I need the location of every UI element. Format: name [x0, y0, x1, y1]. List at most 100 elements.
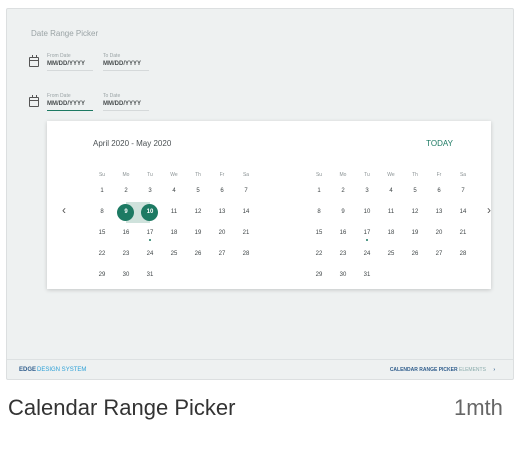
day-cell[interactable]: 12 — [403, 202, 427, 223]
day-cell[interactable]: 3 — [355, 181, 379, 202]
calendar-icon[interactable] — [29, 55, 39, 67]
day-cell[interactable]: 18 — [379, 223, 403, 244]
day-cell[interactable]: 22 — [90, 244, 114, 265]
day-cell[interactable]: 2 — [331, 181, 355, 202]
day-cell[interactable]: 11 — [379, 202, 403, 223]
empty-cell — [210, 265, 234, 286]
day-cell[interactable]: 19 — [186, 223, 210, 244]
day-cell[interactable]: 3 — [138, 181, 162, 202]
today-button[interactable]: TODAY — [426, 139, 453, 148]
day-cell[interactable]: 11 — [162, 202, 186, 223]
day-cell[interactable]: 30 — [331, 265, 355, 286]
day-cell[interactable]: 1 — [90, 181, 114, 202]
from-date-field-active[interactable]: From Date MM/DD/YYYY — [47, 93, 93, 111]
from-date-field[interactable]: From Date MM/DD/YYYY — [47, 53, 93, 71]
day-cell[interactable]: 21 — [451, 223, 475, 244]
day-cell[interactable]: 28 — [451, 244, 475, 265]
brand-primary: EDGE — [19, 366, 37, 373]
day-cell[interactable]: 22 — [307, 244, 331, 265]
day-cell[interactable]: 31 — [138, 265, 162, 286]
weekday-header: Mo — [122, 172, 130, 178]
day-cell[interactable]: 15 — [307, 223, 331, 244]
event-dot — [149, 239, 151, 241]
chevron-right-icon: › — [493, 366, 495, 373]
weekday-header: Sa — [459, 172, 467, 178]
month-range-title: April 2020 - May 2020 — [93, 139, 172, 148]
day-cell[interactable]: 26 — [403, 244, 427, 265]
day-cell[interactable]: 25 — [162, 244, 186, 265]
day-cell[interactable]: 14 — [451, 202, 475, 223]
weekday-header: Tu — [147, 172, 153, 178]
day-cell[interactable]: 19 — [403, 223, 427, 244]
day-cell[interactable]: 23 — [114, 244, 138, 265]
weekday-header: Mo — [339, 172, 347, 178]
day-cell-range-end[interactable]: 10 — [138, 202, 162, 223]
day-cell[interactable]: 8 — [307, 202, 331, 223]
day-cell[interactable]: 23 — [331, 244, 355, 265]
breadcrumb[interactable]: CALENDAR RANGE PICKER ELEMENTS › — [390, 367, 495, 373]
empty-cell — [162, 265, 186, 286]
day-cell[interactable]: 14 — [234, 202, 258, 223]
day-cell[interactable]: 20 — [210, 223, 234, 244]
day-cell[interactable]: 4 — [379, 181, 403, 202]
day-cell[interactable]: 18 — [162, 223, 186, 244]
chevron-right-icon[interactable]: › — [487, 203, 491, 217]
brand-logo: EDGEDESIGN SYSTEM — [19, 367, 86, 373]
section-label: Date Range Picker — [31, 29, 99, 38]
day-cell[interactable]: 9 — [331, 202, 355, 223]
day-cell[interactable]: 4 — [162, 181, 186, 202]
day-cell[interactable]: 29 — [90, 265, 114, 286]
day-cell[interactable]: 31 — [355, 265, 379, 286]
day-cell-range-start[interactable]: 9 — [114, 202, 138, 223]
weekday-header: Th — [412, 172, 418, 178]
day-cell[interactable]: 7 — [234, 181, 258, 202]
day-cell[interactable]: 5 — [403, 181, 427, 202]
calendar-icon[interactable] — [29, 95, 39, 107]
to-date-field[interactable]: To Date MM/DD/YYYY — [103, 53, 149, 71]
day-cell[interactable]: 1 — [307, 181, 331, 202]
brand-secondary: DESIGN SYSTEM — [37, 366, 87, 373]
day-cell[interactable]: 21 — [234, 223, 258, 244]
from-date-value: MM/DD/YYYY — [47, 61, 86, 67]
day-cell[interactable]: 28 — [234, 244, 258, 265]
day-cell[interactable]: 20 — [427, 223, 451, 244]
day-cell[interactable]: 17 — [355, 223, 379, 244]
day-cell[interactable]: 5 — [186, 181, 210, 202]
day-cell[interactable]: 6 — [427, 181, 451, 202]
to-date-value: MM/DD/YYYY — [103, 61, 142, 67]
breadcrumb-secondary: ELEMENTS — [458, 366, 486, 373]
day-cell[interactable]: 8 — [90, 202, 114, 223]
date-range-input-row: From Date MM/DD/YYYY To Date MM/DD/YYYY — [29, 53, 159, 71]
month-grid-april: Su Mo Tu We Th Fr Sa 1 2 3 4 5 6 7 8 9 10 11 12 13 14 15 16 17 1… — [90, 169, 258, 286]
weekday-header: We — [170, 172, 178, 178]
day-cell[interactable]: 16 — [114, 223, 138, 244]
preview-card[interactable]: Date Range Picker From Date MM/DD/YYYY T… — [6, 8, 514, 380]
day-cell[interactable]: 25 — [379, 244, 403, 265]
day-cell[interactable]: 7 — [451, 181, 475, 202]
day-cell[interactable]: 29 — [307, 265, 331, 286]
weekday-header: Su — [98, 172, 106, 178]
card-title[interactable]: Calendar Range Picker — [8, 395, 235, 421]
day-cell[interactable]: 12 — [186, 202, 210, 223]
month-grid-may: Su Mo Tu We Th Fr Sa 1 2 3 4 5 6 7 8 9 10 11 12 13 14 15 16 17 1… — [307, 169, 475, 286]
day-cell[interactable]: 30 — [114, 265, 138, 286]
from-date-label: From Date — [47, 53, 71, 59]
date-range-input-row-active: From Date MM/DD/YYYY To Date MM/DD/YYYY — [29, 93, 159, 111]
empty-cell — [403, 265, 427, 286]
day-cell[interactable]: 27 — [210, 244, 234, 265]
day-cell[interactable]: 16 — [331, 223, 355, 244]
day-cell[interactable]: 2 — [114, 181, 138, 202]
day-cell[interactable]: 6 — [210, 181, 234, 202]
weekday-header: Fr — [219, 172, 225, 178]
day-cell[interactable]: 26 — [186, 244, 210, 265]
day-cell[interactable]: 15 — [90, 223, 114, 244]
day-cell[interactable]: 13 — [427, 202, 451, 223]
day-cell[interactable]: 17 — [138, 223, 162, 244]
day-cell[interactable]: 24 — [355, 244, 379, 265]
day-cell[interactable]: 27 — [427, 244, 451, 265]
chevron-left-icon[interactable]: ‹ — [62, 203, 66, 217]
day-cell[interactable]: 24 — [138, 244, 162, 265]
day-cell[interactable]: 13 — [210, 202, 234, 223]
to-date-field[interactable]: To Date MM/DD/YYYY — [103, 93, 149, 111]
day-cell[interactable]: 10 — [355, 202, 379, 223]
